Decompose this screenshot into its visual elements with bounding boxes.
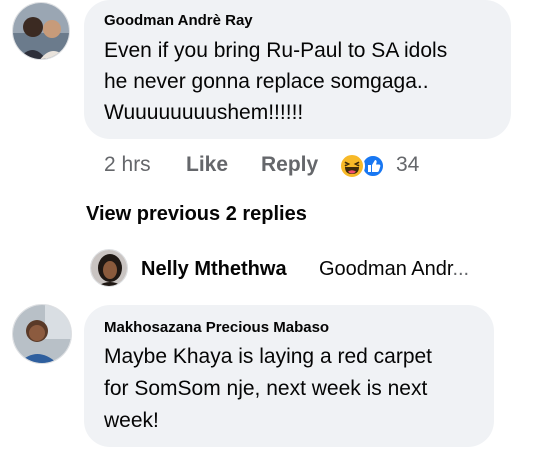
comment-line: for SomSom nje, next week is next	[104, 377, 428, 400]
comment-line: Even if you bring Ru-Paul to SA idols	[104, 39, 448, 62]
avatar-nelly[interactable]	[90, 249, 128, 287]
reply-preview-ellipsis: ...	[452, 258, 470, 280]
comment-bubble: Makhosazana Precious Mabaso Maybe Khaya …	[84, 305, 494, 447]
reactions[interactable]	[339, 152, 389, 180]
comment-timestamp[interactable]: 2 hrs	[104, 153, 151, 177]
comment-line: he never gonna replace somgaga..	[104, 70, 429, 93]
reply-button[interactable]: Reply	[261, 153, 318, 177]
reply-preview-text[interactable]: Goodman Andr...	[319, 258, 469, 281]
comment-line: Maybe Khaya is laying a red carpet	[104, 345, 433, 368]
reply-preview-snippet: Goodman Andr	[319, 258, 453, 280]
reaction-count[interactable]: 34	[396, 153, 419, 177]
comment-bubble: Goodman Andrè Ray Even if you bring Ru-P…	[84, 0, 511, 139]
avatar-makhosazana[interactable]	[12, 304, 72, 364]
avatar-goodman[interactable]	[12, 2, 70, 60]
comment-line: week!	[104, 409, 159, 432]
reply-author[interactable]: Nelly Mthethwa	[141, 258, 287, 281]
view-previous-replies-link[interactable]: View previous 2 replies	[86, 203, 307, 226]
haha-reaction-icon	[339, 153, 365, 179]
like-button[interactable]: Like	[186, 153, 228, 177]
comment-author[interactable]: Goodman Andrè Ray	[104, 12, 253, 29]
comment-author[interactable]: Makhosazana Precious Mabaso	[104, 319, 329, 336]
comment-line: Wuuuuuuuushem!!!!!!	[104, 101, 304, 124]
